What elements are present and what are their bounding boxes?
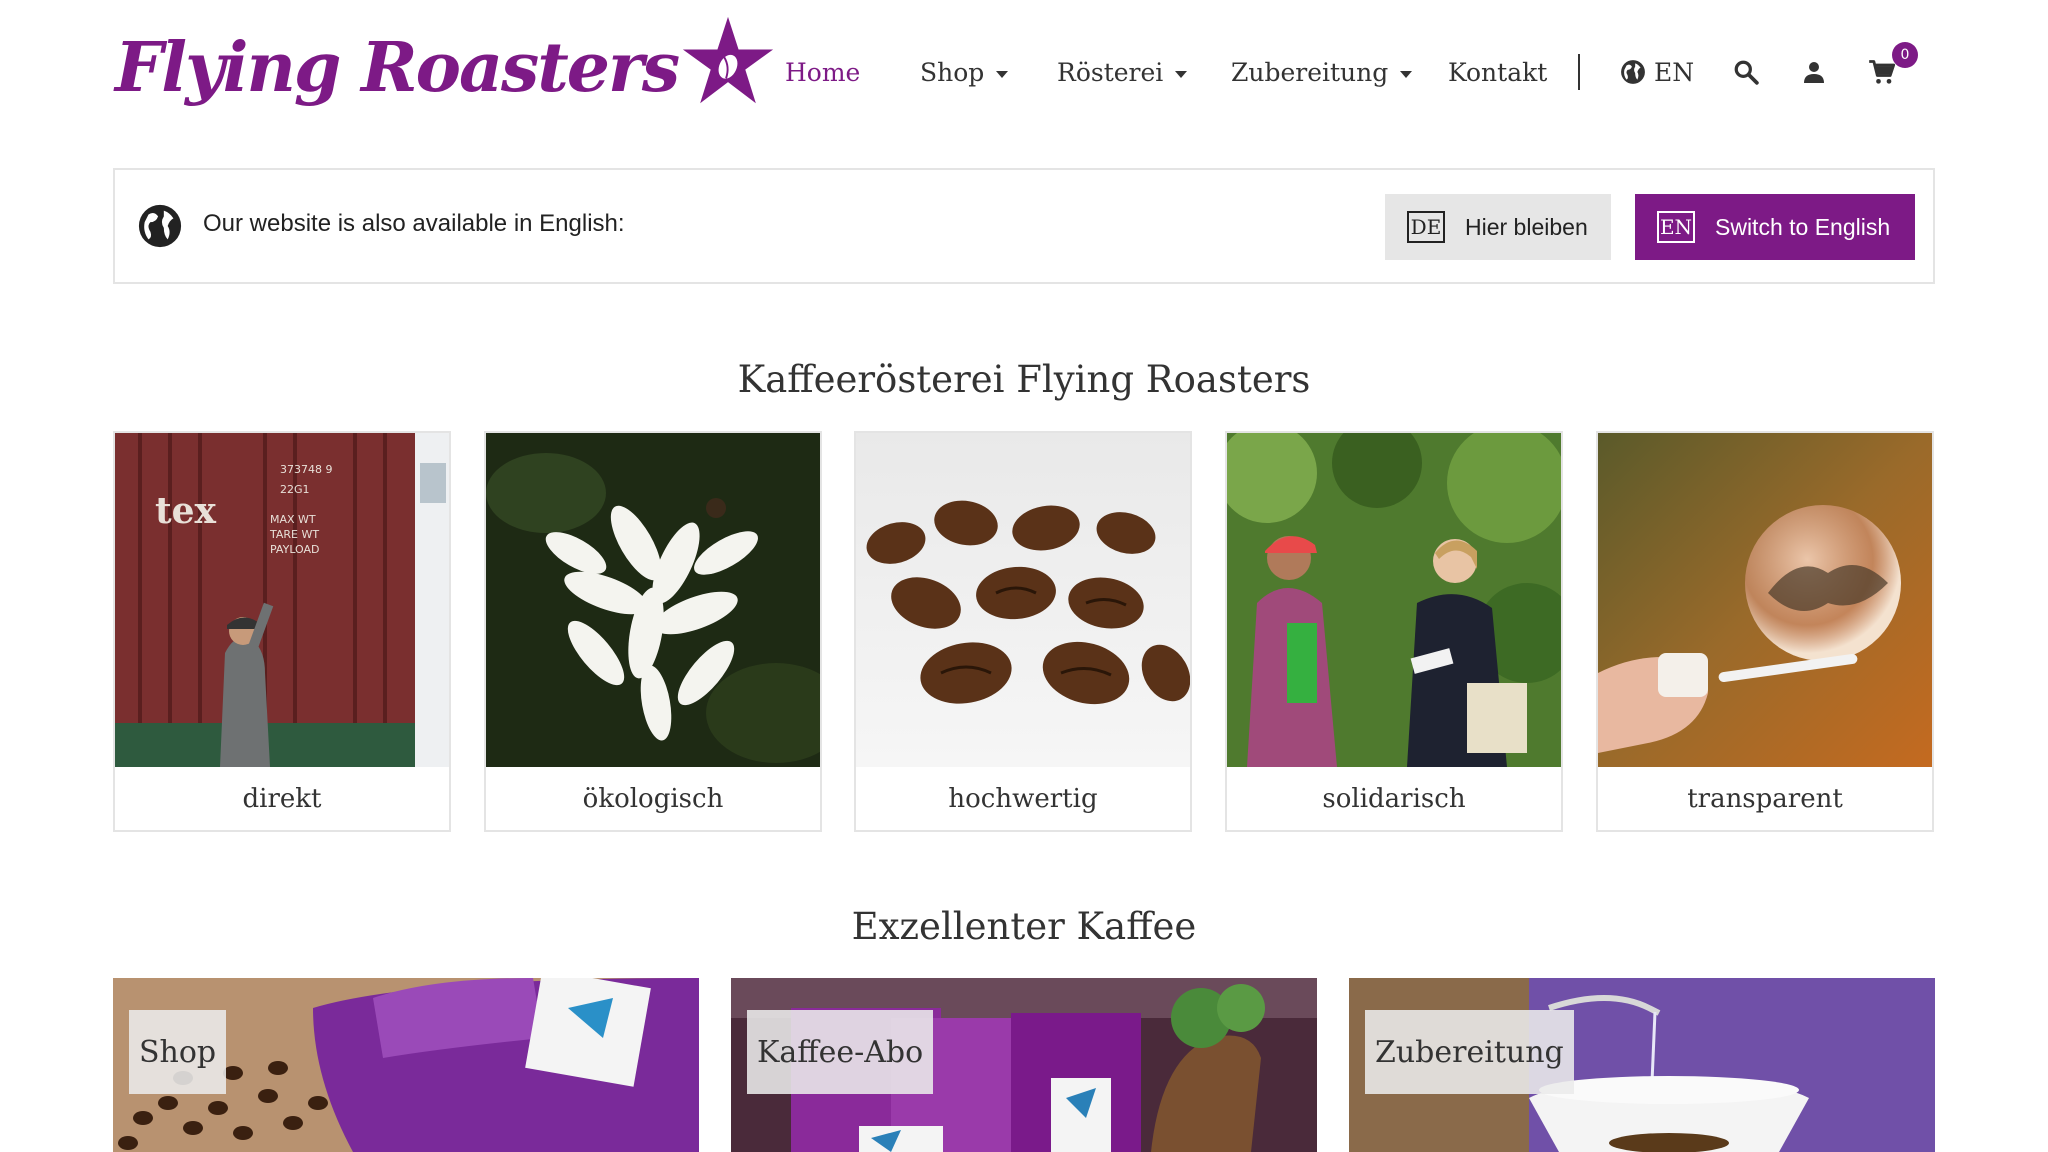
card-label-oekologisch: ökologisch — [582, 783, 724, 814]
card-oekologisch[interactable]: ökologisch — [484, 431, 822, 832]
nav-zubereitung-label: Zubereitung — [1231, 57, 1389, 87]
section-title-kaffee: Exzellenter Kaffee — [851, 905, 1197, 948]
nav-shop-label: Shop — [920, 57, 985, 87]
search-button[interactable] — [1728, 54, 1764, 90]
tile-shop[interactable]: Shop — [113, 978, 699, 1152]
nav-zubereitung[interactable]: Zubereitung — [1231, 57, 1413, 87]
stay-button-label: Hier bleiben — [1465, 213, 1588, 240]
chevron-down-icon — [1400, 70, 1413, 78]
nav-kontakt[interactable]: Kontakt — [1448, 58, 1547, 87]
card-label-direkt: direkt — [242, 783, 322, 814]
svg-text:22G1: 22G1 — [280, 483, 310, 496]
cart-count-badge: 0 — [1892, 42, 1918, 68]
coffee-blossom-image — [486, 433, 820, 767]
soap-bubble-image — [1598, 433, 1932, 767]
card-label-solidarisch: solidarisch — [1322, 783, 1466, 814]
section-title-roesterei: Kaffeerösterei Flying Roasters — [737, 358, 1311, 401]
language-banner-message: Our website is also available in English… — [203, 210, 625, 237]
nav-kontakt-label: Kontakt — [1448, 57, 1548, 87]
farmers-meeting-image — [1227, 433, 1561, 767]
nav-roesterei-label: Rösterei — [1057, 57, 1164, 87]
nav-divider — [1578, 54, 1580, 90]
language-label: EN — [1654, 57, 1695, 87]
tile-kaffee-abo[interactable]: Kaffee-Abo — [731, 978, 1317, 1152]
container-truck-image: tex 373748 9 22G1 MAX WT TARE WT PAYLOAD — [115, 433, 449, 767]
cart-icon — [1869, 60, 1896, 84]
svg-text:tex: tex — [155, 490, 217, 532]
card-direkt[interactable]: tex 373748 9 22G1 MAX WT TARE WT PAYLOAD di… — [113, 431, 451, 832]
nav-home-label: Home — [785, 57, 861, 87]
feature-tiles: Shop Kaffee-Abo Zubereitung — [113, 978, 1935, 1152]
chevron-down-icon — [1175, 70, 1188, 78]
svg-text:MAX WT: MAX WT — [270, 513, 316, 526]
de-code-badge: DE — [1407, 211, 1445, 243]
coffee-beans-image — [856, 433, 1190, 767]
main-navigation: Home Shop Rösterei Zubereitung Kontakt E… — [760, 40, 1928, 104]
card-label-transparent: transparent — [1687, 783, 1843, 814]
search-icon — [1734, 60, 1759, 85]
stay-german-button[interactable]: DE Hier bleiben — [1385, 194, 1611, 260]
en-code-badge: EN — [1657, 211, 1695, 243]
tile-label-kaffee-abo: Kaffee-Abo — [747, 1010, 934, 1094]
tile-zubereitung[interactable]: Zubereitung — [1349, 978, 1935, 1152]
nav-roesterei[interactable]: Rösterei — [1057, 57, 1188, 87]
logo-text: Flying Roasters — [115, 28, 680, 108]
globe-icon — [138, 204, 182, 248]
chevron-down-icon — [996, 70, 1009, 78]
card-transparent[interactable]: transparent — [1596, 431, 1934, 832]
switch-english-button[interactable]: EN Switch to English — [1635, 194, 1915, 260]
svg-text:TARE WT: TARE WT — [269, 528, 319, 541]
site-logo[interactable]: Flying Roasters — [115, 16, 776, 118]
nav-home[interactable]: Home — [785, 58, 860, 87]
card-solidarisch[interactable]: solidarisch — [1225, 431, 1563, 832]
user-icon — [1804, 62, 1824, 83]
tile-label-zubereitung: Zubereitung — [1365, 1010, 1574, 1094]
card-hochwertig[interactable]: hochwertig — [854, 431, 1192, 832]
svg-text:373748 9: 373748 9 — [280, 463, 333, 476]
account-button[interactable] — [1796, 54, 1832, 90]
globe-icon — [1621, 60, 1645, 84]
cart-button[interactable]: 0 — [1864, 42, 1918, 90]
nav-shop[interactable]: Shop — [920, 57, 1009, 87]
tile-label-shop: Shop — [129, 1010, 227, 1094]
language-suggestion-banner: Our website is also available in English… — [113, 168, 1935, 284]
card-label-hochwertig: hochwertig — [948, 783, 1098, 814]
switch-button-label: Switch to English — [1715, 213, 1891, 240]
language-switcher[interactable]: EN — [1620, 58, 1694, 87]
svg-text:PAYLOAD: PAYLOAD — [270, 543, 320, 556]
site-header: Flying Roasters Home Shop Rösterei Zuber… — [0, 0, 2048, 150]
values-card-grid: tex 373748 9 22G1 MAX WT TARE WT PAYLOAD di… — [113, 431, 1935, 832]
